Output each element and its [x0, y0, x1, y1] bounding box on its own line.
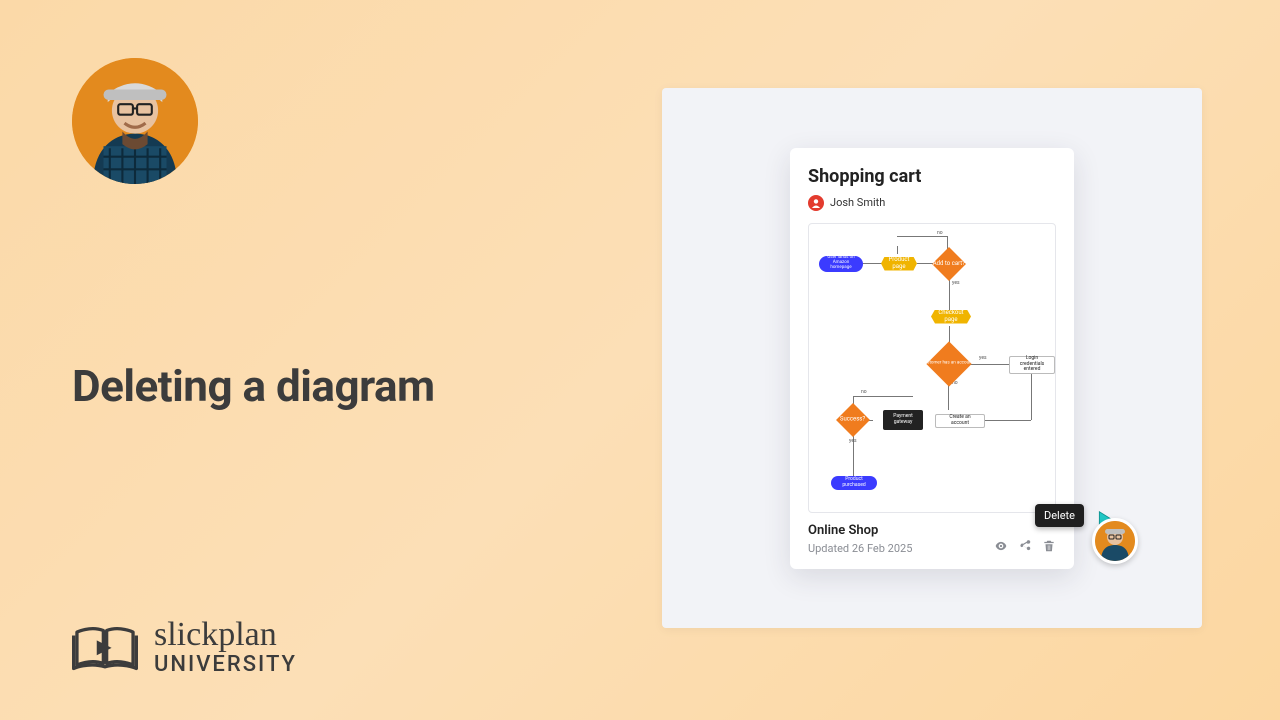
presenter-avatar	[72, 58, 198, 184]
author-name: Josh Smith	[830, 196, 885, 209]
trash-icon[interactable]	[1042, 539, 1056, 553]
eye-icon[interactable]	[994, 539, 1008, 553]
diagram-title: Shopping cart	[808, 166, 1056, 187]
flow-node-gateway: Payment gateway	[883, 410, 923, 430]
flow-node-login: Login credentials entered	[1009, 356, 1055, 374]
person-illustration-icon	[72, 58, 198, 184]
author-avatar	[808, 195, 824, 211]
flow-node-product: Product page	[881, 257, 917, 271]
tutorial-slide: Deleting a diagram slickplan UNIVERSITY …	[0, 0, 1280, 720]
updated-label: Updated 26 Feb 2025	[808, 542, 912, 555]
flow-node-addcart: Add to cart?	[932, 247, 966, 281]
edge-label: yes	[952, 280, 960, 286]
card-action-icons	[994, 539, 1056, 555]
edge-label: no	[937, 230, 943, 236]
share-icon[interactable]	[1018, 539, 1032, 553]
slide-title: Deleting a diagram	[72, 360, 435, 412]
flow-node-checkout: Checkout page	[931, 310, 971, 324]
delete-tooltip: Delete	[1035, 504, 1084, 527]
author-row: Josh Smith	[808, 195, 1056, 211]
flow-node-hasacct: Customer has an account?	[926, 341, 971, 386]
app-preview-panel: Shopping cart Josh Smith	[662, 88, 1202, 628]
cursor-user-avatar	[1092, 518, 1138, 564]
project-name: Online Shop	[808, 523, 912, 538]
flow-node-start: User lands on Amazon homepage	[819, 256, 863, 272]
open-book-play-icon	[72, 622, 138, 672]
brand-subtitle: UNIVERSITY	[154, 653, 297, 676]
brand-logo: slickplan UNIVERSITY	[72, 617, 297, 676]
brand-name: slickplan	[154, 617, 297, 653]
diagram-card[interactable]: Shopping cart Josh Smith	[790, 148, 1074, 569]
flow-node-purchased: Product purchased	[831, 476, 877, 490]
edge-label: yes	[849, 438, 857, 444]
edge-label: no	[861, 389, 867, 395]
flow-node-success: Success?	[836, 403, 870, 437]
edge-label: yes	[979, 355, 987, 361]
flow-node-createacct: Create an account	[935, 414, 985, 428]
diagram-thumbnail[interactable]: no yes yes no no yes User lands on Amazo…	[808, 223, 1056, 513]
